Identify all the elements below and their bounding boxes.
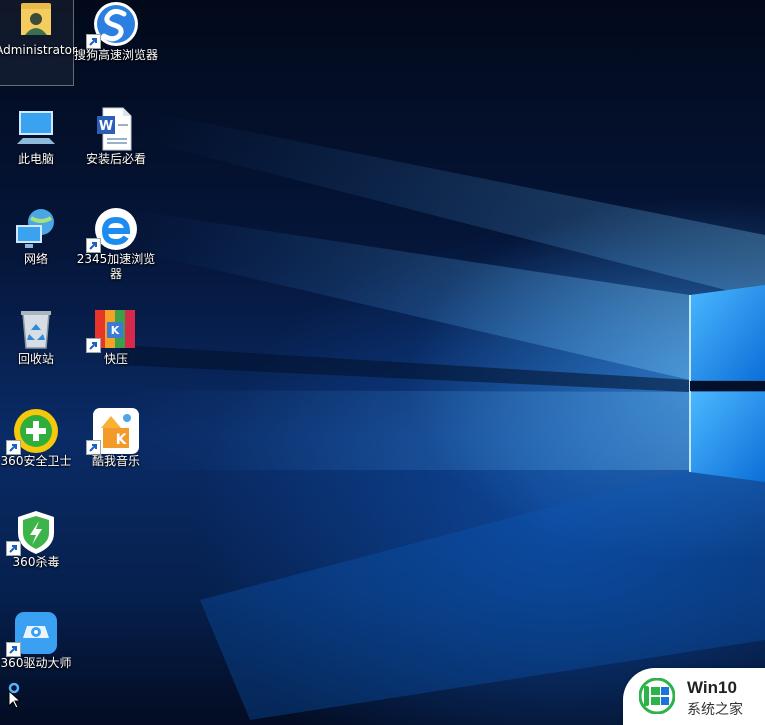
network-icon	[11, 204, 61, 254]
shortcut-arrow-icon	[86, 238, 101, 253]
svg-text:K: K	[116, 432, 128, 448]
shortcut-arrow-icon	[86, 440, 101, 455]
computer-icon	[11, 104, 61, 154]
desktop-icon-label: 此电脑	[17, 152, 54, 166]
svg-text:K: K	[111, 324, 120, 337]
desktop-icon-label: 快压	[103, 352, 128, 366]
desktop-icon-this-pc[interactable]: 此电脑	[0, 100, 74, 196]
user-folder-icon	[11, 0, 61, 45]
desktop-icon-360-antivirus[interactable]: 360杀毒	[0, 503, 74, 599]
desktop-icon-label: 360安全卫士	[0, 454, 72, 468]
shortcut-arrow-icon	[6, 642, 21, 657]
win10-watermark: Win10 系统之家	[623, 668, 765, 725]
desktop-icon-administrator[interactable]: Administrator	[0, 0, 77, 86]
desktop-icon-label: 360杀毒	[12, 555, 60, 569]
shortcut-arrow-icon	[86, 34, 101, 49]
desktop-icon-label: 搜狗高速浏览器	[73, 48, 158, 62]
desktop-icon-2345-browser[interactable]: 2345加速浏览器	[77, 200, 155, 296]
svg-text:W: W	[99, 119, 113, 134]
desktop-icon-label: Administrator	[0, 43, 77, 57]
shortcut-arrow-icon	[6, 541, 21, 556]
desktop-icon-label: 酷我音乐	[91, 454, 140, 468]
desktop-icon-install-guide[interactable]: W 安装后必看	[78, 100, 154, 196]
desktop-icon-network[interactable]: 网络	[0, 200, 74, 296]
desktop-icon-label: 安装后必看	[85, 152, 146, 166]
watermark-subtitle: 系统之家	[687, 702, 743, 718]
desktop-icon-label: 回收站	[17, 352, 54, 366]
desktop-icon-kuaiya[interactable]: K 快压	[78, 300, 154, 396]
win10-logo-icon	[639, 678, 675, 714]
shortcut-arrow-icon	[86, 338, 101, 353]
desktop-icon-recycle-bin[interactable]: 回收站	[0, 300, 74, 396]
word-document-icon: W	[91, 104, 141, 154]
shortcut-arrow-icon	[6, 440, 21, 455]
recycle-bin-icon	[11, 304, 61, 354]
desktop-icon-360-safe[interactable]: 360安全卫士	[0, 402, 74, 498]
desktop-icon-label: 网络	[23, 252, 48, 266]
mouse-cursor-icon	[8, 682, 22, 708]
desktop-icon-label: 2345加速浏览器	[76, 252, 156, 281]
watermark-title: Win10	[687, 678, 737, 697]
desktop-icon-kuwo-music[interactable]: K 酷我音乐	[78, 402, 154, 498]
desktop-icon-area: Administrator 此电脑 网络 回收站 360安全卫士 360杀毒 3…	[0, 0, 160, 725]
desktop-icon-sogou-browser[interactable]: 搜狗高速浏览器	[74, 0, 158, 92]
desktop-icon-label: 360驱动大师	[0, 656, 72, 670]
